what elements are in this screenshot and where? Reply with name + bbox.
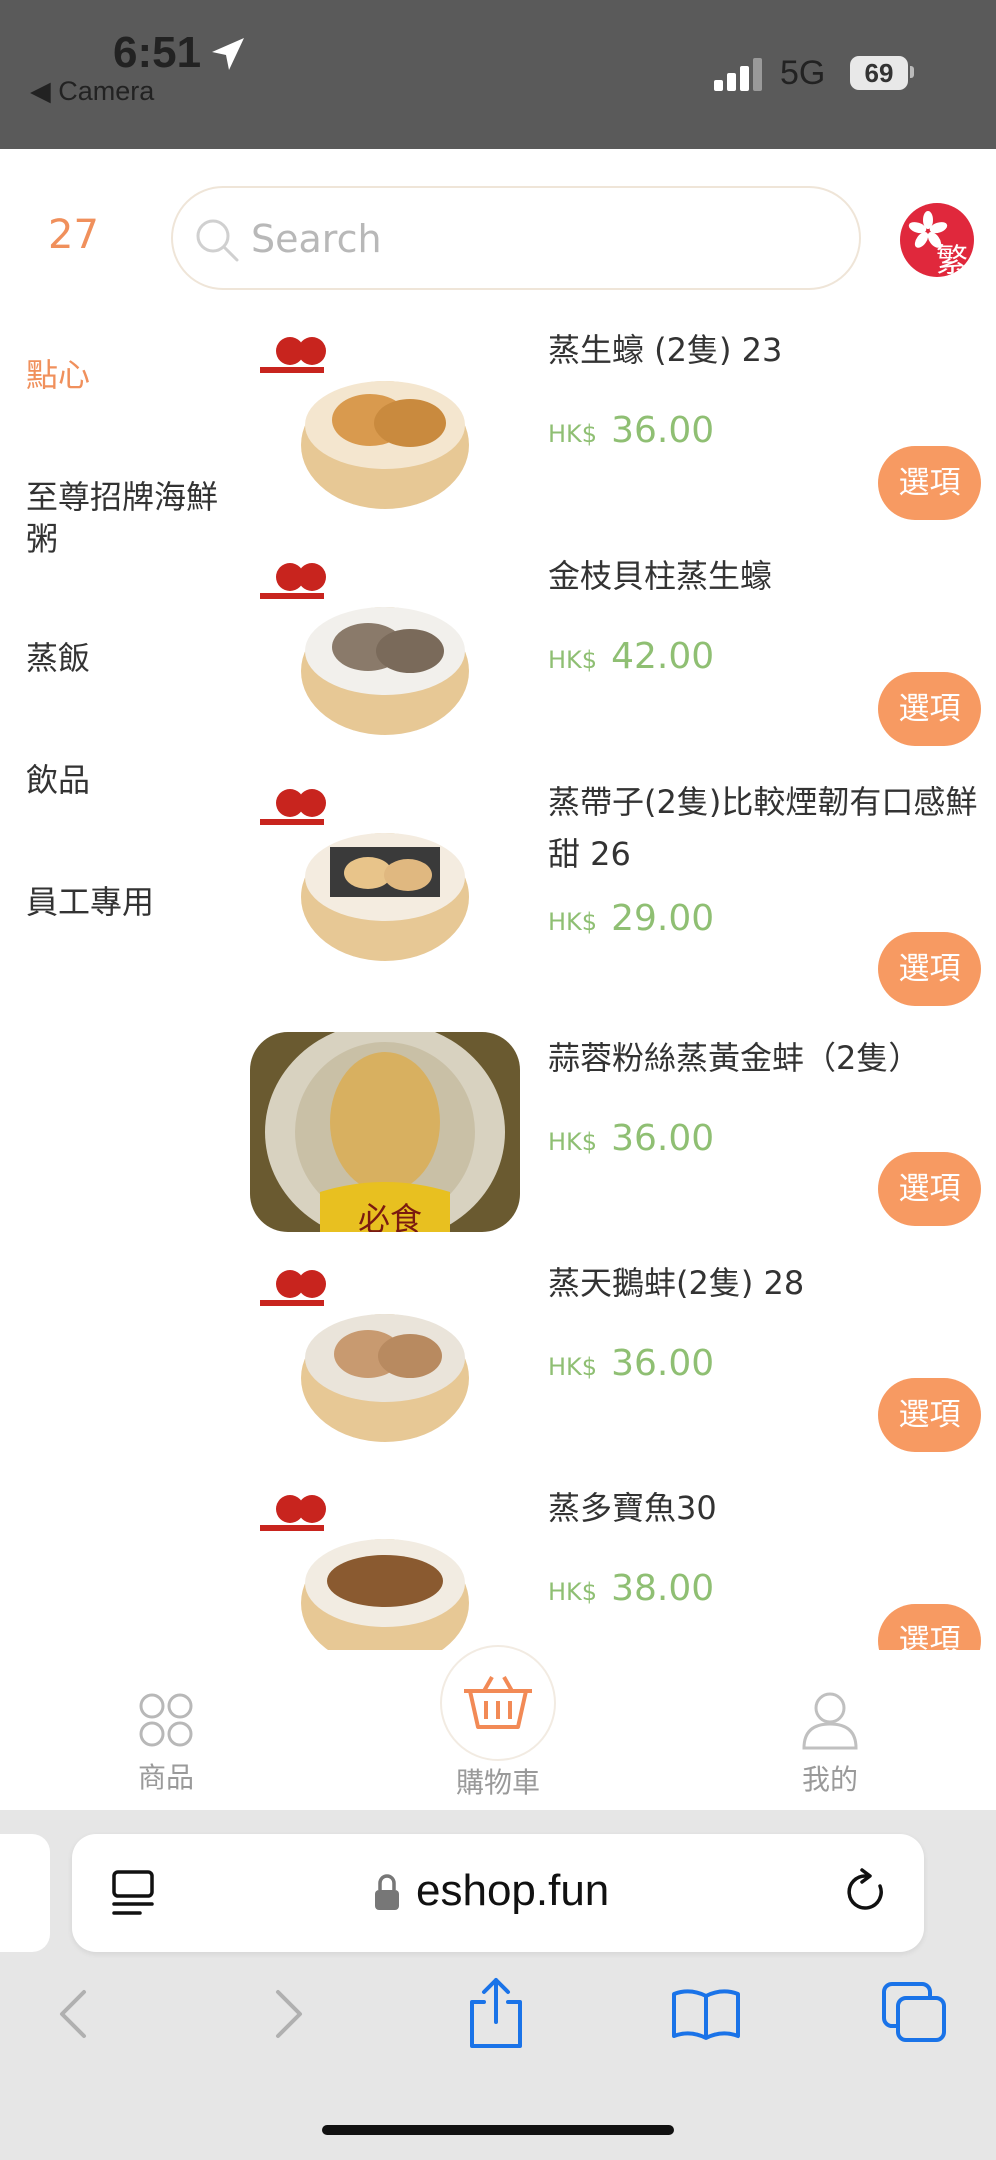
previous-tab-peek[interactable] [0,1834,50,1952]
language-switch-button[interactable]: 繁 [900,203,974,277]
product-price: HK$ 29.00 [548,898,714,939]
option-button[interactable]: 選項 [878,1152,981,1226]
price-currency: HK$ [548,420,598,448]
grid-icon [139,1693,193,1747]
battery-indicator: 69 [850,56,908,90]
forward-arrow-icon[interactable] [268,1986,308,2042]
tab-mine[interactable]: 我的 [770,1690,890,1804]
cellular-signal-icon [714,58,762,91]
option-button[interactable]: 選項 [878,446,981,520]
cart-count[interactable]: 27 [48,212,99,258]
tab-cart[interactable] [440,1645,556,1761]
back-triangle-icon: ◀ [30,76,59,106]
reader-tabs-icon[interactable] [110,1868,156,1918]
product-title[interactable]: 蒸多寶魚30 [548,1482,988,1534]
category-seafood-congee[interactable]: 至尊招牌海鮮粥 [26,476,246,560]
product-image[interactable] [250,325,520,525]
price-amount: 38.00 [611,1568,715,1609]
product-price: HK$ 36.00 [548,410,714,451]
location-arrow-icon [212,38,244,70]
back-app-label: Camera [58,76,155,106]
bookmarks-icon[interactable] [670,1986,742,2042]
home-indicator [322,2125,674,2135]
product-title[interactable]: 金枝貝柱蒸生蠔 [548,550,988,602]
reload-icon[interactable] [842,1866,890,1918]
price-currency: HK$ [548,646,598,674]
share-icon[interactable] [466,1976,526,2050]
search-bar[interactable] [171,186,861,290]
battery-tip [910,66,914,78]
back-to-app-link[interactable]: ◀ Camera [30,76,154,107]
product-badge: 必食 [358,1200,422,1232]
category-staff-only[interactable]: 員工專用 [26,881,246,923]
shopping-basket-icon [464,1676,532,1729]
price-currency: HK$ [548,1578,598,1606]
price-currency: HK$ [548,908,598,936]
category-drinks[interactable]: 飲品 [26,759,246,801]
language-label: 繁 [936,241,969,277]
product-image[interactable] [250,551,520,751]
back-arrow-icon[interactable] [54,1986,94,2042]
category-dimsum[interactable]: 點心 [26,354,246,396]
option-button[interactable]: 選項 [878,672,981,746]
tab-products[interactable]: 商品 [106,1692,226,1802]
option-button[interactable]: 選項 [878,932,981,1006]
product-title[interactable]: 蒸帶子(2隻)比較煙韌有口感鮮甜 26 [548,776,988,880]
product-price: HK$ 36.00 [548,1118,714,1159]
user-icon [802,1692,858,1750]
price-currency: HK$ [548,1353,598,1381]
lock-icon [375,1874,399,1910]
product-price: HK$ 38.00 [548,1568,714,1609]
product-price: HK$ 42.00 [548,636,714,677]
price-amount: 42.00 [611,636,715,677]
url-text[interactable]: eshop.fun [416,1866,609,1916]
product-title[interactable]: 蒜蓉粉絲蒸黃金蚌（2隻） [548,1032,988,1084]
price-amount: 29.00 [611,898,715,939]
search-icon [196,219,239,262]
tab-mine-label: 我的 [801,1763,858,1796]
product-title[interactable]: 蒸生蠔 (2隻) 23 [548,324,988,376]
category-steamed-rice[interactable]: 蒸飯 [26,637,246,679]
tab-products-label: 商品 [137,1761,194,1794]
product-image[interactable] [250,777,520,977]
product-title[interactable]: 蒸天鵝蚌(2隻) 28 [548,1257,988,1309]
price-amount: 36.00 [611,1118,715,1159]
price-currency: HK$ [548,1128,598,1156]
price-amount: 36.00 [611,410,715,451]
status-time: 6:51 [113,28,202,77]
tabs-icon[interactable] [880,1980,948,2044]
option-button[interactable]: 選項 [878,1378,981,1452]
network-type: 5G [780,54,826,92]
product-image[interactable] [250,1258,520,1458]
price-amount: 36.00 [611,1343,715,1384]
search-input[interactable] [249,210,813,268]
tab-cart-label: 購物車 [455,1766,540,1799]
product-price: HK$ 36.00 [548,1343,714,1384]
product-image[interactable]: 必食 [250,1032,520,1232]
